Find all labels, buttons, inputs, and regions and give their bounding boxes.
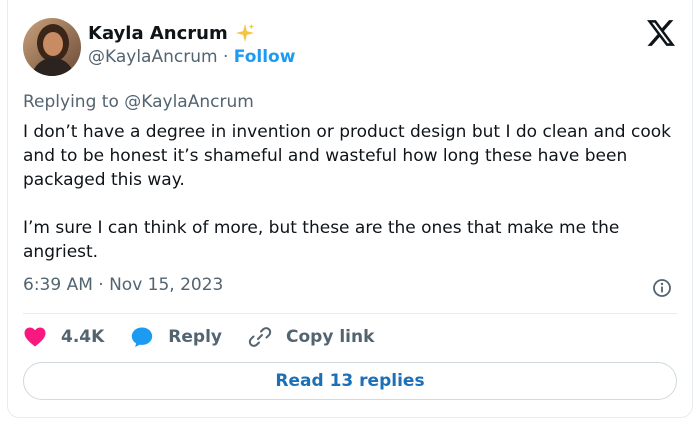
divider (23, 313, 677, 314)
handle-row: @KaylaAncrum · Follow (88, 47, 295, 67)
like-count: 4.4K (61, 327, 105, 347)
link-icon (248, 327, 272, 347)
copy-link-label: Copy link (286, 327, 375, 347)
author-name-row: Kayla Ancrum (88, 22, 256, 44)
x-logo-icon[interactable] (647, 20, 675, 46)
tweet-paragraph: I don’t have a degree in invention or pr… (23, 122, 671, 190)
author-handle[interactable]: @KaylaAncrum (88, 47, 218, 67)
reply-bubble-icon (132, 327, 153, 347)
sparkle-icon (235, 23, 254, 43)
author-name[interactable]: Kayla Ancrum (88, 23, 228, 44)
follow-button[interactable]: Follow (234, 47, 296, 67)
reply-label: Reply (168, 327, 222, 347)
action-bar: 4.4K Reply Copy link (23, 322, 400, 352)
tweet-text: I don’t have a degree in invention or pr… (23, 120, 673, 264)
avatar[interactable] (23, 18, 81, 76)
reply-button[interactable]: Reply (130, 325, 222, 349)
copy-link-button[interactable]: Copy link (248, 325, 374, 349)
like-button[interactable]: 4.4K (23, 325, 104, 349)
read-replies-button[interactable]: Read 13 replies (23, 362, 677, 400)
separator-dot: · (222, 47, 229, 67)
replying-to: Replying to @KaylaAncrum (23, 92, 254, 112)
tweet-timestamp[interactable]: 6:39 AM · Nov 15, 2023 (23, 275, 223, 295)
heart-icon (24, 327, 46, 347)
info-icon[interactable] (652, 278, 672, 298)
tweet-paragraph: I’m sure I can think of more, but these … (23, 218, 620, 262)
